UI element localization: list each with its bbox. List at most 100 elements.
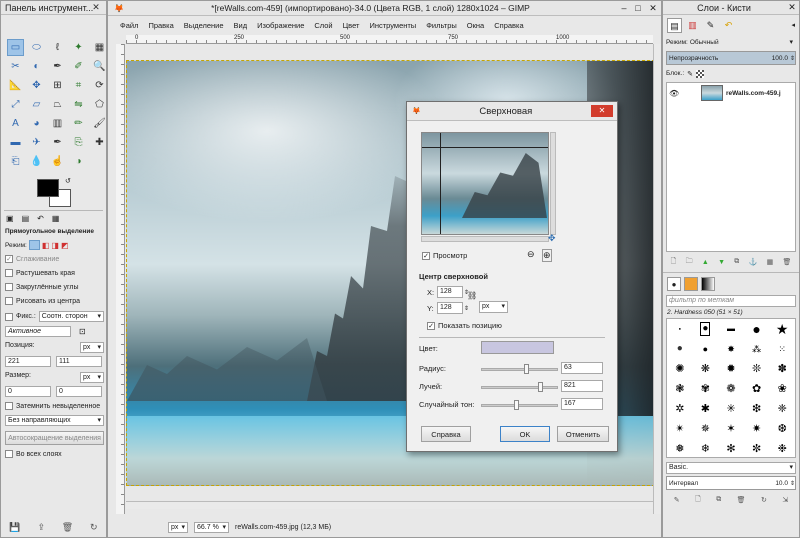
fg-bg-colors[interactable]: ↺ (37, 177, 77, 209)
paths-icon[interactable]: ✒ (49, 58, 66, 75)
chain-link-icon[interactable]: ⛓ (467, 291, 477, 300)
smudge-icon[interactable]: ☝ (49, 153, 66, 170)
brush-texture-icon[interactable]: ❃ (675, 383, 684, 395)
menu-item[interactable]: Справка (494, 21, 523, 30)
bucket-fill-icon[interactable]: ◕ (28, 115, 45, 132)
new-layer-icon[interactable]: 🗋 (671, 257, 677, 268)
x-input[interactable]: 128 (437, 286, 463, 298)
brush-to-tool-icon[interactable]: ⇲ (782, 496, 788, 504)
brush-splatter-icon[interactable]: ⁂ (752, 344, 761, 354)
layers-titlebar[interactable]: Слои - Кисти ✕ (663, 1, 799, 15)
lock-alpha-icon[interactable] (696, 69, 705, 78)
preview-vscroll[interactable] (550, 132, 556, 235)
swap-colors-icon[interactable]: ↺ (65, 177, 71, 185)
brush-texture-icon[interactable]: ✲ (675, 403, 684, 415)
crop-icon[interactable]: ⌗ (70, 77, 87, 94)
paths-tab-icon[interactable]: ✎ (703, 18, 718, 33)
autoshrink-button[interactable]: Автосокращение выделения (5, 431, 104, 445)
antialias-checkbox[interactable]: ✓ (5, 255, 13, 263)
radius-slider-thumb[interactable] (524, 364, 529, 374)
help-button[interactable]: Справка (421, 426, 471, 442)
device-status-tab-icon[interactable]: ▤ (22, 214, 30, 223)
blend-icon[interactable]: ▥ (49, 115, 66, 132)
status-unit-select[interactable]: px ▾ (168, 521, 188, 533)
text-icon[interactable]: A (7, 115, 24, 132)
refresh-brushes-icon[interactable]: ↻ (761, 496, 767, 504)
scissors-icon[interactable]: ✂ (7, 58, 24, 75)
spacing-stepper-icon[interactable]: ⇕ (790, 480, 795, 487)
channels-tab-icon[interactable]: ▥ (685, 18, 700, 33)
align-icon[interactable]: ⊞ (49, 77, 66, 94)
foreground-select-icon[interactable]: ◐ (28, 58, 45, 75)
images-tab-icon[interactable]: ▦ (52, 214, 60, 223)
brush-texture-icon[interactable]: ✿ (752, 383, 761, 395)
toolbox-titlebar[interactable]: Панель инструмент... ✕ (1, 1, 106, 15)
undo-tab-icon[interactable]: ↶ (721, 18, 736, 33)
patterns-tab-icon[interactable] (684, 277, 698, 291)
zoom-select[interactable]: 66.7 % ▾ (194, 521, 229, 533)
paintbrush-icon[interactable]: 🖌 (91, 115, 108, 132)
close-icon[interactable]: ✕ (645, 3, 661, 14)
color-picker-icon[interactable]: ✐ (70, 58, 87, 75)
preview-area[interactable] (421, 132, 549, 235)
zoom-out-icon[interactable]: ⊖ (527, 249, 535, 260)
brush-texture-icon[interactable]: ✽ (778, 363, 787, 375)
brush-texture-icon[interactable]: ✶ (726, 423, 735, 435)
size-w-input[interactable]: 0 (5, 386, 51, 397)
brush-texture-icon[interactable]: ❊ (752, 363, 761, 375)
brush-dot-small-icon[interactable]: ● (679, 327, 681, 331)
clone-icon[interactable]: ⎘ (70, 134, 87, 151)
menu-item[interactable]: Изображение (257, 21, 304, 30)
brush-texture-icon[interactable]: ❉ (778, 443, 787, 455)
new-brush-icon[interactable]: 🗋 (695, 495, 701, 506)
reset-options-icon[interactable]: ↻ (90, 522, 98, 533)
brush-cross-icon[interactable]: ✸ (727, 344, 735, 354)
brush-dot-large-icon[interactable]: ● (752, 322, 760, 336)
brush-texture-icon[interactable]: ❁ (726, 383, 735, 395)
brush-texture-icon[interactable]: ✾ (701, 383, 710, 395)
image-titlebar[interactable]: 🦊 *[reWalls.com-459] (импортировано)-34.… (108, 1, 661, 16)
blur-icon[interactable]: 💧 (28, 153, 45, 170)
preview-hscroll[interactable] (421, 236, 549, 242)
move-icon[interactable]: ✥ (28, 77, 45, 94)
zoom-icon[interactable]: 🔍 (91, 58, 108, 75)
menu-item[interactable]: Инструменты (369, 21, 416, 30)
lock-pixels-icon[interactable]: ✎ (687, 70, 693, 78)
navigate-icon[interactable]: ✥ (548, 233, 556, 244)
layer-name[interactable]: reWalls.com-459.j (726, 90, 781, 97)
brush-preset-select[interactable]: Basic. ▾ (666, 462, 796, 474)
preview-checkbox[interactable]: ✓ (422, 251, 430, 260)
brush-texture-icon[interactable]: ✼ (752, 443, 761, 455)
ok-button[interactable]: OK (500, 426, 550, 442)
horizontal-ruler[interactable]: 0 250 500 750 1000 (126, 35, 653, 44)
cage-icon[interactable]: ⬠ (91, 96, 108, 113)
restore-options-icon[interactable]: ⇪ (37, 522, 45, 533)
position-x-input[interactable]: 221 (5, 356, 51, 367)
brush-texture-icon[interactable]: ✴ (675, 423, 684, 435)
raise-layer-icon[interactable]: ▲ (702, 259, 709, 266)
spacing-slider[interactable]: Интервал 10.0 ⇕ (666, 476, 796, 490)
airbrush-icon[interactable]: ✈ (28, 134, 45, 151)
brush-texture-icon[interactable]: ✹ (726, 363, 735, 375)
brush-texture-icon[interactable]: ✷ (752, 423, 761, 435)
brush-texture-icon[interactable]: ❇ (752, 403, 761, 415)
radius-input[interactable]: 63 (561, 362, 603, 374)
chevron-down-icon[interactable]: ▾ (789, 38, 793, 46)
delete-layer-icon[interactable]: 🗑 (782, 258, 791, 266)
brush-filter-input[interactable]: фильтр по меткам (666, 295, 796, 307)
zoom-in-icon[interactable]: ⊕ (542, 249, 552, 262)
brush-texture-icon[interactable]: ✳ (726, 403, 735, 415)
brush-texture-icon[interactable]: ✱ (701, 403, 710, 415)
menu-item[interactable]: Вид (234, 21, 248, 30)
free-select-icon[interactable]: ℓ (49, 39, 66, 56)
perspective-clone-icon[interactable]: ⎗ (7, 153, 24, 170)
size-h-input[interactable]: 0 (56, 386, 102, 397)
brush-star-icon[interactable]: ★ (776, 322, 789, 336)
heal-icon[interactable]: ✚ (91, 134, 108, 151)
delete-options-icon[interactable]: 🗑 (62, 522, 73, 533)
brush-texture-icon[interactable]: ❀ (778, 383, 787, 395)
brush-bar-icon[interactable]: ▬ (727, 325, 735, 333)
scale-icon[interactable]: ⤢ (7, 96, 24, 113)
brush-texture-icon[interactable]: ✵ (701, 423, 710, 435)
mode-subtract-icon[interactable]: ◨ (51, 241, 59, 250)
